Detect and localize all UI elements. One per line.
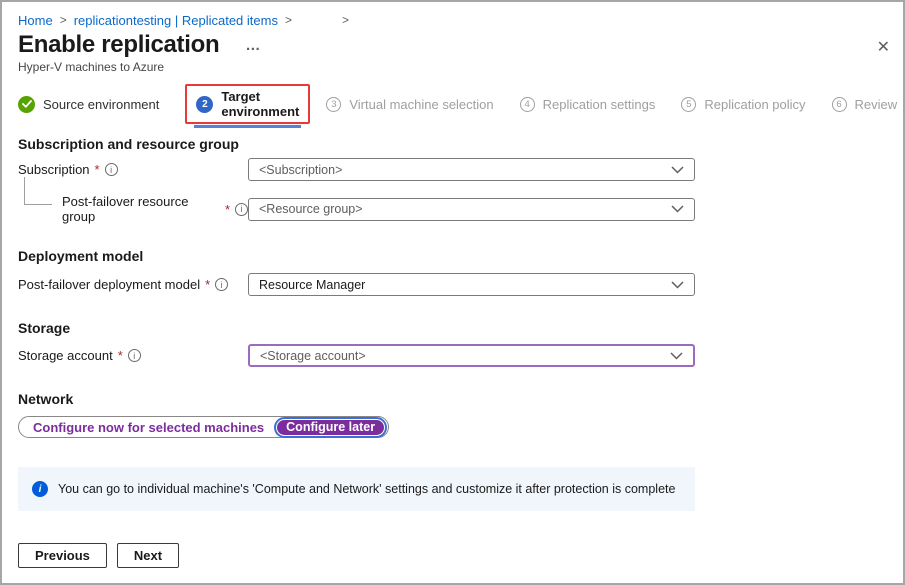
section-heading-storage: Storage (18, 320, 887, 336)
deployment-model-dropdown[interactable]: Resource Manager (248, 273, 695, 296)
active-tab-underline (194, 125, 301, 128)
required-marker: * (95, 162, 100, 177)
info-icon[interactable]: i (215, 278, 228, 291)
subscription-label: Subscription (18, 162, 90, 177)
info-icon[interactable]: i (235, 203, 248, 216)
check-circle-icon (18, 96, 35, 113)
info-filled-icon: i (32, 481, 48, 497)
subscription-dropdown[interactable]: <Subscription> (248, 158, 695, 181)
resource-group-dropdown-value: <Resource group> (259, 202, 363, 216)
storage-account-dropdown-value: <Storage account> (260, 349, 366, 363)
info-banner-text: You can go to individual machine's 'Comp… (58, 482, 675, 496)
configure-later-option[interactable]: Configure later (277, 420, 384, 435)
resource-group-dropdown[interactable]: <Resource group> (248, 198, 695, 221)
page-subtitle: Hyper-V machines to Azure (18, 60, 887, 74)
required-marker: * (225, 202, 230, 217)
section-heading-deployment-model: Deployment model (18, 248, 887, 264)
chevron-down-icon (671, 205, 684, 213)
chevron-down-icon (670, 352, 683, 360)
step-label: Target environment (221, 89, 299, 119)
breadcrumb-home-link[interactable]: Home (18, 13, 53, 28)
step-review[interactable]: 6 Review (832, 97, 898, 112)
storage-account-label: Storage account (18, 348, 113, 363)
more-options-icon[interactable]: … (245, 37, 261, 54)
subscription-dropdown-value: <Subscription> (259, 163, 342, 177)
step-label: Replication settings (543, 97, 656, 112)
section-heading-subscription-group: Subscription and resource group (18, 136, 887, 152)
info-banner: i You can go to individual machine's 'Co… (18, 467, 695, 511)
step-number-icon: 2 (196, 96, 213, 113)
deployment-model-dropdown-value: Resource Manager (259, 278, 365, 292)
step-replication-policy[interactable]: 5 Replication policy (681, 97, 805, 112)
deployment-model-field-row: Post-failover deployment model * i Resou… (18, 273, 887, 296)
network-configure-toggle: Configure now for selected machines Conf… (18, 416, 389, 438)
storage-account-field-row: Storage account * i <Storage account> (18, 344, 887, 367)
next-button[interactable]: Next (117, 543, 179, 568)
breadcrumb-separator: > (285, 13, 292, 27)
chevron-down-icon (671, 281, 684, 289)
configure-later-selected-ring: Configure later (274, 417, 387, 438)
close-icon[interactable]: ✕ (877, 40, 890, 56)
required-marker: * (205, 277, 210, 292)
step-label: Virtual machine selection (349, 97, 493, 112)
required-marker: * (118, 348, 123, 363)
subscription-field-row: Subscription * i <Subscription> (18, 158, 887, 181)
step-target-environment[interactable]: 2 Target environment (185, 84, 310, 124)
configure-now-option[interactable]: Configure now for selected machines (19, 420, 274, 435)
breadcrumb-replicated-items-link[interactable]: replicationtesting | Replicated items (74, 13, 278, 28)
step-number-icon: 5 (681, 97, 696, 112)
step-number-icon: 6 (832, 97, 847, 112)
info-icon[interactable]: i (128, 349, 141, 362)
breadcrumb: Home > replicationtesting | Replicated i… (18, 12, 887, 28)
step-label: Review (855, 97, 898, 112)
storage-account-dropdown[interactable]: <Storage account> (248, 344, 695, 367)
chevron-down-icon (671, 166, 684, 174)
deployment-model-label: Post-failover deployment model (18, 277, 200, 292)
step-label: Source environment (43, 97, 159, 112)
section-heading-network: Network (18, 391, 887, 407)
page-title: Enable replication (18, 31, 219, 59)
step-source-environment[interactable]: Source environment (18, 96, 159, 113)
step-replication-settings[interactable]: 4 Replication settings (520, 97, 656, 112)
step-virtual-machine-selection[interactable]: 3 Virtual machine selection (326, 97, 493, 112)
breadcrumb-separator: > (60, 13, 67, 27)
resource-group-label: Post-failover resource group (62, 194, 220, 224)
enable-replication-dialog: Home > replicationtesting | Replicated i… (0, 0, 905, 585)
step-number-icon: 4 (520, 97, 535, 112)
step-number-icon: 3 (326, 97, 341, 112)
wizard-steps: Source environment 2 Target environment … (18, 84, 887, 124)
previous-button[interactable]: Previous (18, 543, 107, 568)
breadcrumb-separator: > (342, 13, 349, 27)
info-icon[interactable]: i (105, 163, 118, 176)
step-label: Replication policy (704, 97, 805, 112)
wizard-footer: Previous Next (18, 543, 179, 568)
resource-group-field-row: Post-failover resource group * i <Resour… (18, 194, 887, 224)
tree-connector-line (24, 177, 52, 205)
